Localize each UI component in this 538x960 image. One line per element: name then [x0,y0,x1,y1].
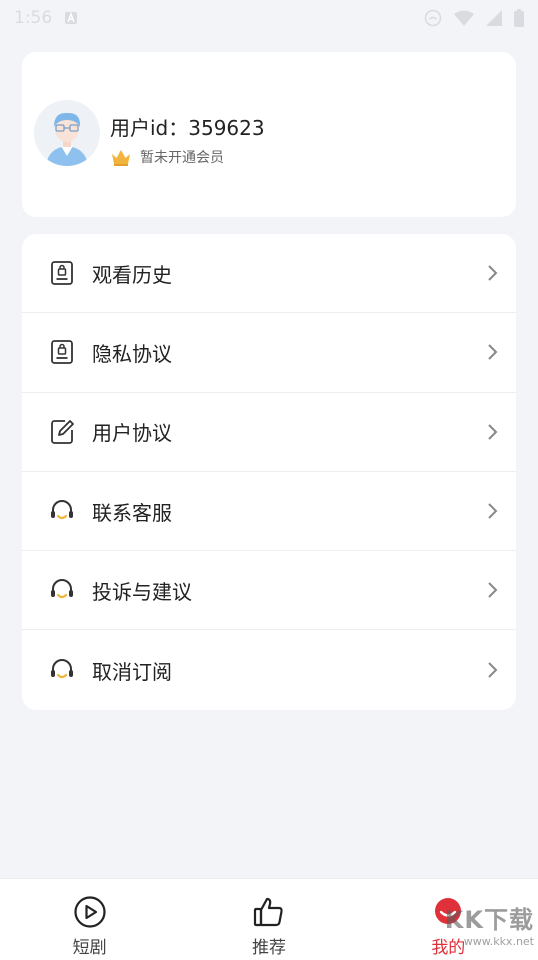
menu-item-label: 投诉与建议 [92,579,192,604]
vip-status-text: 暂未开通会员 [140,150,224,166]
battery-icon [514,9,524,27]
headset-icon [51,500,73,520]
menu-item-privacy-policy[interactable]: 隐私协议 [22,313,516,393]
chevron-right-icon [488,582,498,599]
watermark-url: www.kkx.net [463,935,534,948]
crown-icon [112,150,130,166]
status-time: 1:56 [14,8,53,28]
menu-item-watch-history[interactable]: 观看历史 [22,234,516,314]
menu-card: 观看历史 隐私协议 用户协议 联系客服 投诉与建议 取消订阅 [22,234,516,710]
headset-icon [51,659,73,679]
wifi-icon [454,10,474,26]
play-circle-icon [74,896,106,928]
watermark-logo: KK下载 [444,906,534,934]
thumbs-up-icon [253,897,283,927]
face-icon [424,9,442,27]
a-notification-icon [65,11,78,24]
menu-item-label: 联系客服 [92,500,172,525]
chevron-right-icon [488,662,498,678]
tab-recommend[interactable]: 推荐 [179,879,358,960]
vip-status-row[interactable]: 暂未开通会员 [110,147,224,167]
chevron-right-icon [488,503,498,519]
privacy-doc-icon [51,340,73,365]
chevron-right-icon [488,424,498,440]
menu-item-feedback[interactable]: 投诉与建议 [22,551,516,631]
menu-item-label: 取消订阅 [92,659,172,684]
chevron-right-icon [488,344,498,361]
watermark: KK下载 www.kkx.net [445,900,534,948]
menu-item-label: 观看历史 [92,262,172,287]
chevron-right-icon [488,265,498,281]
status-right [424,9,524,27]
tab-label: 短剧 [72,938,107,958]
headset-icon [51,579,73,599]
avatar-icon [34,100,100,166]
menu-item-label: 隐私协议 [92,341,172,366]
status-bar: 1:56 [0,0,538,36]
menu-item-cancel-subscription[interactable]: 取消订阅 [22,630,516,709]
history-doc-icon [51,261,73,286]
status-left: 1:56 [14,8,78,28]
avatar[interactable] [34,100,100,166]
tab-label: 推荐 [251,938,286,958]
user-id: 用户id：359623 [110,116,265,140]
signal-icon [486,10,502,26]
menu-item-contact-support[interactable]: 联系客服 [22,472,516,552]
menu-item-label: 用户协议 [92,421,172,446]
tab-short-drama[interactable]: 短剧 [0,879,179,960]
profile-card[interactable]: 用户id：359623 暂未开通会员 [22,52,516,217]
menu-item-user-agreement[interactable]: 用户协议 [22,393,516,472]
edit-doc-icon [51,419,74,444]
